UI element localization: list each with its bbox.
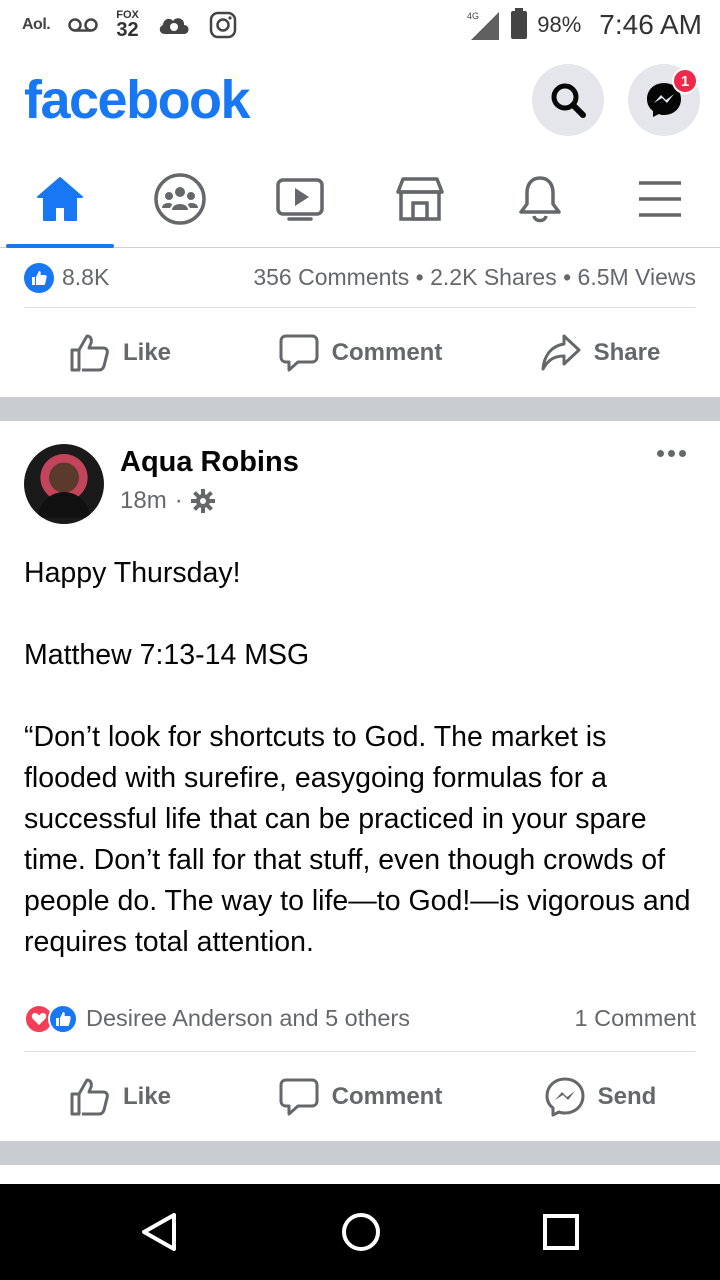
post-line: “Don’t look for shortcuts to God. The ma… <box>24 721 691 958</box>
aol-icon: Aol. <box>22 16 51 33</box>
send-button[interactable]: Send <box>480 1076 720 1118</box>
svg-text:4G: 4G <box>467 11 479 21</box>
tab-notifications[interactable] <box>480 150 600 247</box>
bell-icon <box>519 175 561 222</box>
tab-marketplace[interactable] <box>360 150 480 247</box>
voicemail-icon <box>68 18 98 32</box>
app-header: facebook 1 <box>0 50 720 150</box>
post-reactions-row: Desiree Anderson and 5 others 1 Comment <box>24 986 696 1052</box>
avatar[interactable] <box>24 444 104 524</box>
share-label: Share <box>593 339 661 366</box>
cloud-icon <box>159 18 189 34</box>
messenger-icon <box>545 1077 585 1117</box>
comment-label: Comment <box>331 1083 443 1110</box>
back-icon[interactable] <box>140 1211 180 1253</box>
instagram-icon <box>209 11 237 39</box>
home-icon <box>37 176 83 221</box>
facebook-logo[interactable]: facebook <box>24 69 251 131</box>
home-circle-icon[interactable] <box>340 1211 382 1253</box>
feed-divider <box>0 1141 720 1165</box>
signal-icon: 4G <box>467 11 500 40</box>
send-label: Send <box>597 1083 657 1110</box>
tab-menu[interactable] <box>600 150 720 247</box>
reaction-count[interactable]: 8.8K <box>62 264 109 291</box>
tab-watch[interactable] <box>240 150 360 247</box>
comment-count[interactable]: 1 Comment <box>575 1005 696 1032</box>
feed-divider <box>0 397 720 421</box>
share-button[interactable]: Share <box>480 333 720 373</box>
previous-post-actions: Like Comment Share <box>0 309 720 397</box>
post-line: Happy Thursday! <box>24 557 241 589</box>
search-icon <box>551 83 586 118</box>
recents-icon[interactable] <box>542 1213 580 1251</box>
battery-icon <box>511 8 528 39</box>
like-reaction-icon <box>48 1003 78 1034</box>
comment-button[interactable]: Comment <box>240 333 480 373</box>
system-nav-bar <box>0 1184 720 1280</box>
tab-home[interactable] <box>0 150 120 248</box>
thumbs-up-icon <box>70 334 109 372</box>
engagement-summary[interactable]: 356 Comments • 2.2K Shares • 6.5M Views <box>253 264 696 291</box>
messenger-button[interactable]: 1 <box>628 64 700 136</box>
search-button[interactable] <box>532 64 604 136</box>
post-actions: Like Comment Send <box>0 1053 720 1141</box>
post-author[interactable]: Aqua Robins <box>120 446 299 479</box>
tab-groups[interactable] <box>120 150 240 247</box>
like-button[interactable]: Like <box>0 1077 240 1117</box>
thumbs-up-icon <box>70 1078 109 1116</box>
post-line: Matthew 7:13-14 MSG <box>24 639 310 671</box>
messenger-badge: 1 <box>672 68 698 94</box>
like-button[interactable]: Like <box>0 333 240 373</box>
more-options-button[interactable] <box>657 450 686 457</box>
main-nav-tabs <box>0 150 720 248</box>
groups-icon <box>154 172 206 225</box>
comment-icon <box>279 1078 319 1116</box>
post-time[interactable]: 18m <box>120 487 167 515</box>
reactions-summary[interactable]: Desiree Anderson and 5 others <box>86 1005 410 1032</box>
battery-percent: 98% <box>537 12 582 37</box>
status-bar: Aol. FOX 32 4G 98% 7:46 AM <box>0 0 720 50</box>
marketplace-icon <box>396 176 444 221</box>
post-header: Aqua Robins 18m · <box>24 444 696 526</box>
post-text: Happy Thursday! Matthew 7:13-14 MSG “Don… <box>24 553 704 963</box>
like-reaction-icon <box>24 262 54 293</box>
separator-dot: · <box>174 487 183 514</box>
video-icon <box>276 177 324 221</box>
like-label: Like <box>122 339 172 366</box>
share-icon <box>541 334 581 371</box>
comment-label: Comment <box>331 339 443 366</box>
fox32-icon: FOX 32 <box>116 9 139 41</box>
comment-icon <box>279 334 319 372</box>
previous-post-stats: 8.8K 356 Comments • 2.2K Shares • 6.5M V… <box>24 248 696 308</box>
gear-icon <box>190 489 215 513</box>
comment-button[interactable]: Comment <box>240 1077 480 1117</box>
menu-icon <box>639 180 681 217</box>
like-label: Like <box>122 1083 172 1110</box>
clock: 7:46 AM <box>599 9 702 40</box>
